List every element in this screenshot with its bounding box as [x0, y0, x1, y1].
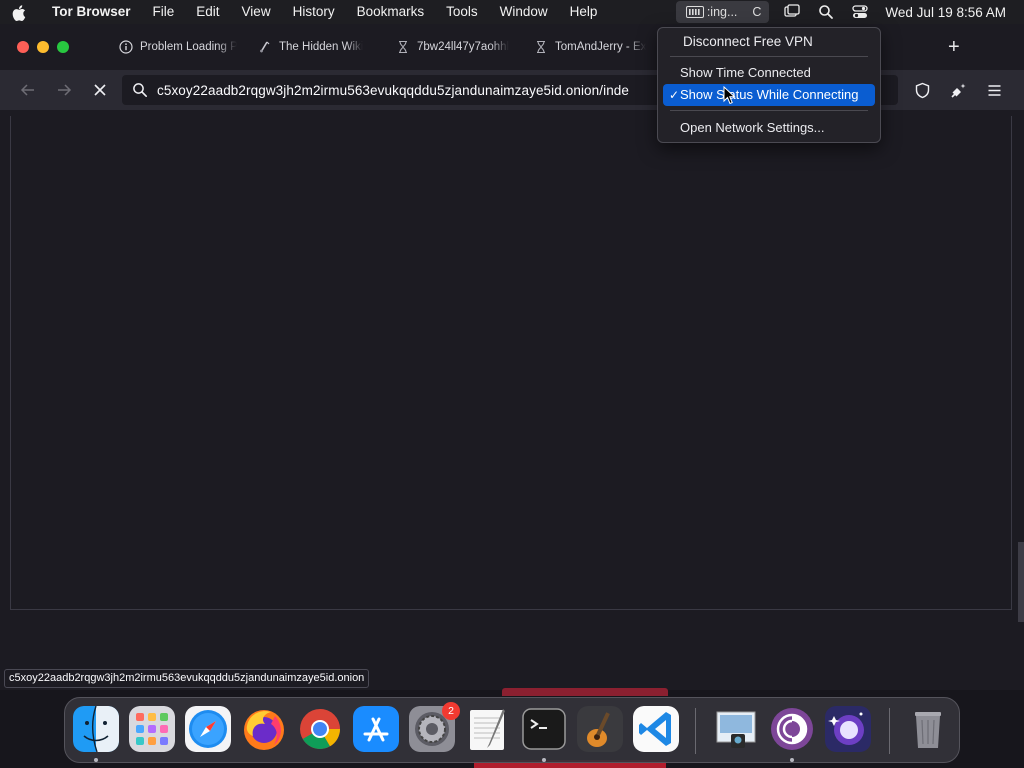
chrome-dock-icon[interactable] [297, 706, 343, 752]
window-peek [502, 688, 668, 696]
tab-problem-loading[interactable]: Problem Loading Page [119, 36, 237, 58]
show-status-while-connecting-menu-item[interactable]: ✓ Show Status While Connecting [663, 84, 875, 106]
safari-dock-icon[interactable] [185, 706, 231, 752]
trash-dock-icon[interactable] [905, 706, 951, 752]
firefox-dock-icon[interactable] [241, 706, 287, 752]
page-content-area: c5xoy22aadb2rqgw3jh2m2irmu563evukqqddu5z… [0, 110, 1024, 690]
screen-mirroring-icon[interactable] [775, 0, 809, 24]
hamburger-menu-icon [988, 84, 1000, 96]
tab-label: 7bw24ll47y7aohhl [417, 41, 510, 53]
tab-label: TomAndJerry - Ex [555, 41, 647, 53]
shield-icon [915, 82, 929, 98]
window-zoom-button[interactable] [57, 41, 69, 53]
spotlight-search-icon[interactable] [809, 0, 843, 24]
vscode-dock-icon[interactable] [633, 706, 679, 752]
control-center-icon[interactable] [843, 0, 877, 24]
vpn-status-item[interactable]: :ing... C [675, 1, 770, 23]
garageband-dock-icon[interactable] [577, 706, 623, 752]
dock-separator [695, 708, 696, 754]
tab-loading-onion[interactable]: 7bw24ll47y7aohhl [396, 36, 514, 58]
apple-menu-icon[interactable] [0, 3, 38, 21]
show-time-connected-menu-item[interactable]: Show Time Connected [658, 62, 880, 84]
preview-dock-icon[interactable] [713, 706, 759, 752]
menu-app-name[interactable]: Tor Browser [38, 0, 142, 24]
menu-bar-clock[interactable]: Wed Jul 19 8:56 AM [877, 5, 1024, 20]
window-minimize-button[interactable] [37, 41, 49, 53]
url-text[interactable]: c5xoy22aadb2rqgw3jh2m2irmu563evukqqddu5z… [157, 83, 657, 98]
menu-separator [670, 56, 868, 57]
textedit-dock-icon[interactable] [465, 706, 511, 752]
dock-separator [889, 708, 890, 754]
macos-menu-bar: Tor Browser File Edit View History Bookm… [0, 0, 1024, 24]
arrow-right-icon [58, 84, 72, 96]
menu-separator [670, 110, 868, 111]
mouse-pointer-icon [723, 86, 736, 105]
vpn-status-text: :ing... [706, 5, 738, 19]
app-menu-button[interactable] [984, 80, 1004, 100]
finder-dock-icon[interactable] [73, 706, 119, 752]
back-button[interactable] [18, 80, 38, 100]
arrow-left-icon [20, 84, 34, 96]
menu-history[interactable]: History [282, 0, 346, 24]
disconnect-vpn-menu-item[interactable]: Disconnect Free VPN [658, 31, 880, 53]
checkmark-icon: ✓ [669, 88, 680, 102]
menu-bookmarks[interactable]: Bookmarks [346, 0, 436, 24]
window-controls [17, 41, 69, 53]
running-indicator [790, 758, 794, 762]
tab-hidden-wiki[interactable]: The Hidden Wiki [258, 36, 376, 58]
security-level-button[interactable] [912, 80, 932, 100]
menu-help[interactable]: Help [559, 0, 609, 24]
menu-item-label: Show Status While Connecting [680, 87, 859, 102]
app-store-dock-icon[interactable] [353, 706, 399, 752]
close-x-icon [94, 84, 106, 96]
loading-hourglass-icon [537, 40, 545, 54]
new-tab-button[interactable]: + [948, 36, 960, 58]
tor-browser-alpha-dock-icon[interactable] [825, 706, 871, 752]
vpn-meter-icon [685, 6, 704, 18]
wiki-icon [260, 41, 270, 53]
menu-view[interactable]: View [231, 0, 282, 24]
new-identity-button[interactable] [948, 80, 968, 100]
dock: 2 [64, 697, 960, 763]
search-icon [133, 83, 147, 97]
link-status-bar: c5xoy22aadb2rqgw3jh2m2irmu563evukqqddu5z… [4, 669, 370, 688]
info-icon [119, 40, 133, 54]
broom-sparkle-icon [950, 83, 965, 98]
window-close-button[interactable] [17, 41, 29, 53]
stop-loading-button[interactable] [90, 80, 110, 100]
running-indicator [94, 758, 98, 762]
tab-label: Problem Loading Page [140, 41, 237, 53]
tor-browser-dock-icon[interactable] [769, 706, 815, 752]
menu-file[interactable]: File [142, 0, 186, 24]
launchpad-dock-icon[interactable] [129, 706, 175, 752]
vpn-status-letter: C [752, 5, 762, 19]
menu-window[interactable]: Window [489, 0, 559, 24]
vpn-dropdown-menu: Disconnect Free VPN Show Time Connected … [657, 27, 881, 143]
loading-hourglass-icon [399, 40, 407, 54]
notification-badge: 2 [442, 702, 460, 720]
scrollbar[interactable] [1018, 542, 1024, 622]
menu-edit[interactable]: Edit [185, 0, 230, 24]
menu-tools[interactable]: Tools [435, 0, 489, 24]
open-network-settings-menu-item[interactable]: Open Network Settings... [658, 117, 880, 139]
forward-button[interactable] [54, 80, 74, 100]
tab-label: The Hidden Wiki [279, 41, 364, 53]
blank-loading-page [10, 116, 1012, 610]
tab-tomandjerry[interactable]: TomAndJerry - Ex [534, 36, 652, 58]
terminal-dock-icon[interactable] [521, 706, 567, 752]
running-indicator [542, 758, 546, 762]
